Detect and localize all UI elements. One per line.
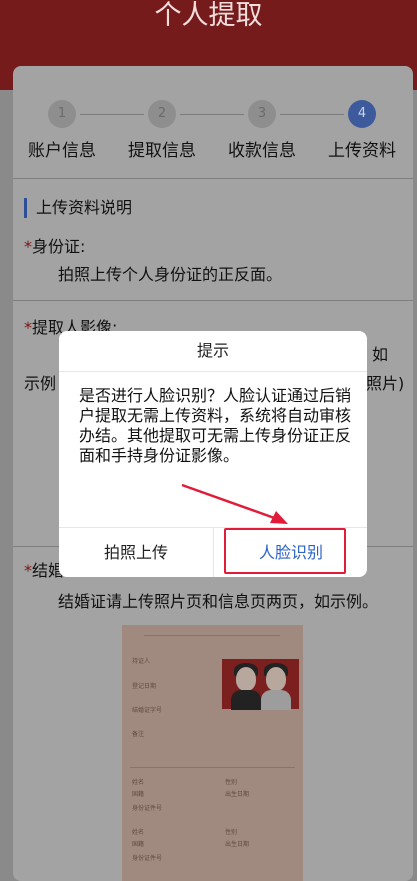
step-2-circle: 2 — [148, 100, 176, 128]
step-3-circle: 3 — [248, 100, 276, 128]
section-title: 上传资料说明 — [36, 198, 133, 217]
photo-desc-partial-left: 示例 — [24, 374, 57, 393]
step-2-label: 提取信息 — [128, 141, 196, 161]
dialog-message: 是否进行人脸识别？人脸认证通过后销户提取无需上传资料，系统将自动审核办结。其他提… — [79, 386, 352, 465]
sample-field: 结婚证字号 — [132, 707, 163, 714]
face-shape — [236, 667, 256, 691]
divider — [13, 300, 413, 301]
face-shape — [266, 667, 286, 691]
sample-field: 备注 — [132, 731, 145, 738]
body-shape — [261, 690, 291, 710]
dialog-title: 提示 — [196, 341, 229, 360]
step-4-circle: 4 — [348, 100, 376, 128]
sample-field: 出生日期 — [225, 791, 250, 798]
step-1-label: 账户信息 — [28, 141, 96, 161]
section-accent-bar — [24, 198, 27, 218]
sample-field: 性别 — [225, 829, 238, 836]
marriage-desc: 结婚证请上传照片页和信息页两页，如示例。 — [58, 592, 379, 611]
step-connector — [280, 114, 344, 115]
sample-field: 性别 — [225, 779, 238, 786]
ornament-line — [144, 635, 280, 636]
couple-photo-icon — [222, 659, 299, 710]
sample-field: 出生日期 — [225, 841, 250, 848]
id-card-label: *身份证: — [24, 237, 85, 257]
body-shape — [231, 690, 261, 710]
dialog-divider — [59, 371, 367, 372]
required-star: * — [24, 561, 32, 580]
step-1-circle: 1 — [48, 100, 76, 128]
step-3-label: 收款信息 — [228, 141, 296, 161]
id-card-desc: 拍照上传个人身份证的正反面。 — [58, 265, 283, 284]
sample-field: 身份证件号 — [132, 855, 163, 862]
sample-field: 身份证件号 — [132, 805, 163, 812]
sample-field: 国籍 — [132, 791, 145, 798]
sample-field: 持证人 — [132, 658, 151, 665]
sample-separator — [130, 767, 295, 768]
annotation-arrow — [181, 483, 288, 524]
sample-field: 国籍 — [132, 841, 145, 848]
step-connector — [80, 114, 144, 115]
page-title: 个人提取 — [154, 0, 263, 31]
step-4-label: 上传资料 — [328, 141, 396, 161]
required-star: * — [24, 318, 32, 337]
step-connector — [180, 114, 244, 115]
photo-desc-partial: 如 — [372, 345, 389, 364]
divider — [13, 178, 413, 179]
sample-field: 登记日期 — [132, 683, 157, 690]
photo-desc-partial-right: 照片) — [366, 374, 405, 393]
photo-upload-button[interactable]: 拍照上传 — [59, 528, 213, 577]
required-star: * — [24, 237, 32, 256]
sample-field: 姓名 — [132, 829, 145, 836]
id-card-label-text: 身份证: — [32, 237, 86, 256]
sample-field: 姓名 — [132, 779, 145, 786]
